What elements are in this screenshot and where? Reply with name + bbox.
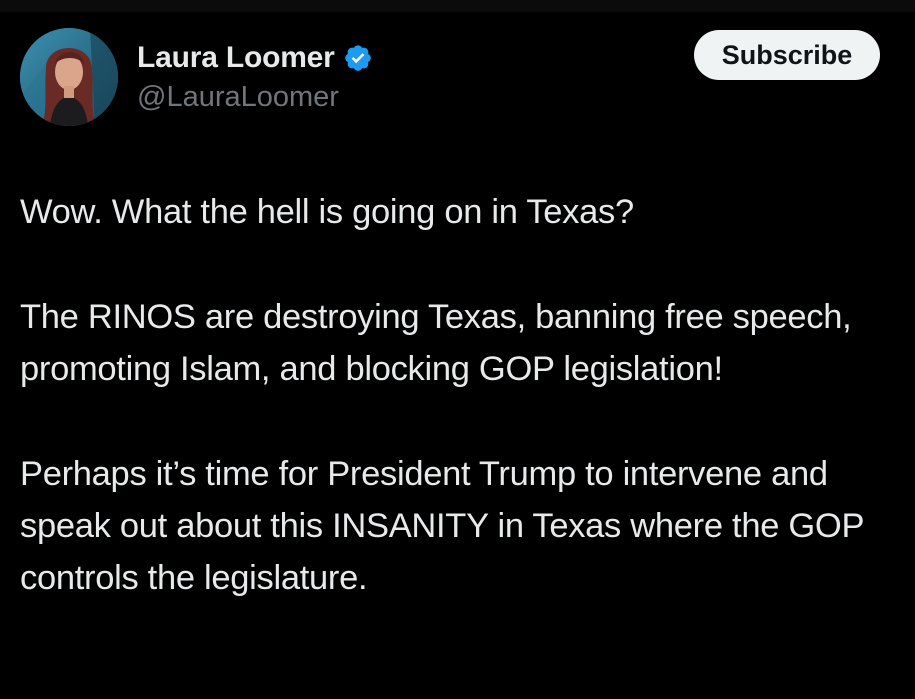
author-handle[interactable]: @LauraLoomer	[137, 81, 339, 114]
tweet-paragraph: Perhaps it’s time for President Trump to…	[20, 455, 864, 597]
verified-badge-icon	[343, 43, 373, 73]
tweet-text: Wow. What the hell is going on in Texas?…	[20, 186, 900, 657]
author-name-row: Laura Loomer	[137, 38, 373, 78]
tweet-header: Laura Loomer @LauraLoomer Subscribe	[20, 28, 880, 128]
author-display-name[interactable]: Laura Loomer	[137, 41, 335, 75]
tweet-paragraph: Wow. What the hell is going on in Texas?	[20, 193, 634, 231]
subscribe-button[interactable]: Subscribe	[694, 30, 880, 80]
avatar[interactable]	[20, 28, 118, 126]
top-edge-strip	[0, 0, 915, 12]
tweet-paragraph: The RINOS are destroying Texas, banning …	[20, 298, 852, 388]
